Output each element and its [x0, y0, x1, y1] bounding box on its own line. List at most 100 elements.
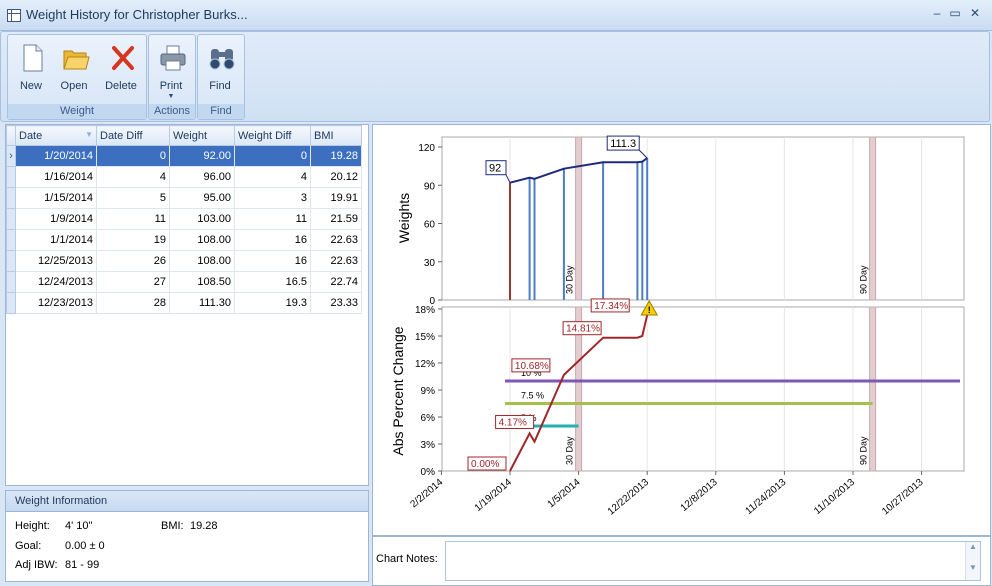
- sort-descending-icon: ▼: [85, 129, 93, 139]
- find-button[interactable]: Find: [200, 39, 240, 99]
- chart-notes-input[interactable]: ▲ ▼: [445, 541, 981, 581]
- cell-date-diff[interactable]: 28: [96, 292, 170, 314]
- delete-label: Delete: [105, 80, 137, 92]
- table-row[interactable]: 1/16/2014 4 96.00 4 20.12: [6, 166, 362, 188]
- cell-bmi[interactable]: 22.63: [310, 250, 362, 272]
- chart-notes-panel: Chart Notes: ▲ ▼: [372, 536, 991, 586]
- cell-weight-diff[interactable]: 3: [234, 187, 311, 209]
- table-header-row: Date ▼ Date Diff Weight Weight Diff BMI: [6, 125, 362, 146]
- column-header-date[interactable]: Date ▼: [15, 125, 97, 146]
- cell-weight-diff[interactable]: 16: [234, 250, 311, 272]
- weights-plot-area: [441, 136, 965, 301]
- app-grid-icon: [7, 9, 21, 22]
- row-selector-arrow-icon[interactable]: ›: [6, 145, 16, 167]
- cell-weight[interactable]: 111.30: [169, 292, 235, 314]
- cell-date[interactable]: 1/1/2014: [15, 229, 97, 251]
- row-selector[interactable]: [6, 292, 16, 314]
- cell-bmi[interactable]: 19.28: [310, 145, 362, 167]
- cell-date[interactable]: 1/9/2014: [15, 208, 97, 230]
- cell-weight-diff[interactable]: 19.3: [234, 292, 311, 314]
- cell-date-diff[interactable]: 26: [96, 250, 170, 272]
- cell-weight[interactable]: 96.00: [169, 166, 235, 188]
- cell-bmi[interactable]: 20.12: [310, 166, 362, 188]
- cell-bmi[interactable]: 19.91: [310, 187, 362, 209]
- table-row[interactable]: 1/9/2014 11 103.00 11 21.59: [6, 208, 362, 230]
- table-row[interactable]: 12/24/2013 27 108.50 16.5 22.74: [6, 271, 362, 293]
- column-header-weight[interactable]: Weight: [169, 125, 235, 146]
- weight-information-panel: Weight Information Height: 4' 10" BMI: 1…: [5, 490, 369, 582]
- column-header-weight-diff[interactable]: Weight Diff: [234, 125, 311, 146]
- column-header-date-diff[interactable]: Date Diff: [96, 125, 170, 146]
- new-label: New: [19, 80, 42, 92]
- weight-point-label: 111.3: [610, 138, 636, 150]
- cell-date[interactable]: 1/15/2014: [15, 187, 97, 209]
- row-selector[interactable]: [6, 187, 16, 209]
- weight-information-header: Weight Information: [6, 491, 368, 512]
- cell-weight[interactable]: 108.50: [169, 271, 235, 293]
- cell-weight[interactable]: 95.00: [169, 187, 235, 209]
- open-label: Open: [60, 80, 88, 92]
- cell-date[interactable]: 1/16/2014: [15, 166, 97, 188]
- percent-plot-area: [441, 306, 965, 472]
- row-selector[interactable]: [6, 166, 16, 188]
- new-button[interactable]: New: [11, 39, 51, 99]
- cell-weight-diff[interactable]: 4: [234, 166, 311, 188]
- row-selector[interactable]: [6, 208, 16, 230]
- cell-date-diff[interactable]: 27: [96, 271, 170, 293]
- row-selector[interactable]: [6, 271, 16, 293]
- cell-date[interactable]: 12/23/2013: [15, 292, 97, 314]
- percent-y-axis-title: Abs Percent Change: [390, 326, 406, 455]
- percent-y-tick-label: 15%: [415, 332, 435, 343]
- table-row[interactable]: 1/15/2014 5 95.00 3 19.91: [6, 187, 362, 209]
- cell-date[interactable]: 1/20/2014: [15, 145, 97, 167]
- row-selector[interactable]: [6, 229, 16, 251]
- maximize-button[interactable]: ▭: [946, 6, 964, 22]
- table-row[interactable]: 12/25/2013 26 108.00 16 22.63: [6, 250, 362, 272]
- cell-date-diff[interactable]: 4: [96, 166, 170, 188]
- goal-label: Goal:: [15, 540, 42, 552]
- ribbon-group-label: Actions: [149, 104, 195, 119]
- delete-button[interactable]: Delete: [101, 39, 141, 99]
- percent-point-label: 10.68%: [515, 361, 549, 372]
- print-label: Print: [159, 80, 183, 92]
- weight-point-label: 92: [489, 163, 501, 175]
- cell-bmi[interactable]: 23.33: [310, 292, 362, 314]
- table-row[interactable]: › 1/20/2014 0 92.00 0 19.28: [6, 145, 362, 167]
- cell-date[interactable]: 12/25/2013: [15, 250, 97, 272]
- close-button[interactable]: ✕: [966, 6, 984, 22]
- cell-weight[interactable]: 103.00: [169, 208, 235, 230]
- table-row[interactable]: 12/23/2013 28 111.30 19.3 23.33: [6, 292, 362, 314]
- cell-date[interactable]: 12/24/2013: [15, 271, 97, 293]
- percent-y-tick-label: 12%: [415, 359, 435, 370]
- minimize-button[interactable]: –: [928, 6, 946, 22]
- cell-date-diff[interactable]: 11: [96, 208, 170, 230]
- cell-date-diff[interactable]: 5: [96, 187, 170, 209]
- cell-weight-diff[interactable]: 16.5: [234, 271, 311, 293]
- percent-y-tick-label: 9%: [421, 386, 436, 397]
- scroll-down-icon[interactable]: ▼: [966, 563, 980, 572]
- table-row[interactable]: 1/1/2014 19 108.00 16 22.63: [6, 229, 362, 251]
- height-value: 4' 10": [65, 520, 93, 532]
- cell-bmi[interactable]: 21.59: [310, 208, 362, 230]
- cell-bmi[interactable]: 22.74: [310, 271, 362, 293]
- percent-point-label: 14.81%: [566, 324, 600, 335]
- cell-weight[interactable]: 108.00: [169, 229, 235, 251]
- cell-date-diff[interactable]: 0: [96, 145, 170, 167]
- open-button[interactable]: Open: [54, 39, 94, 99]
- threshold-label: 7.5 %: [521, 391, 544, 401]
- cell-bmi[interactable]: 22.63: [310, 229, 362, 251]
- cell-weight[interactable]: 92.00: [169, 145, 235, 167]
- x-tick-label: 12/8/2013: [679, 477, 720, 514]
- column-header-bmi[interactable]: BMI: [310, 125, 362, 146]
- chart-notes-label: Chart Notes:: [376, 553, 438, 565]
- row-selector[interactable]: [6, 250, 16, 272]
- cell-weight-diff[interactable]: 0: [234, 145, 311, 167]
- weights-y-axis-title: Weights: [396, 193, 412, 243]
- cell-weight-diff[interactable]: 16: [234, 229, 311, 251]
- chart-notes-scrollbar[interactable]: ▲ ▼: [965, 542, 980, 580]
- print-button[interactable]: Print ▼: [151, 39, 191, 100]
- cell-weight[interactable]: 108.00: [169, 250, 235, 272]
- scroll-up-icon[interactable]: ▲: [966, 542, 980, 551]
- cell-date-diff[interactable]: 19: [96, 229, 170, 251]
- cell-weight-diff[interactable]: 11: [234, 208, 311, 230]
